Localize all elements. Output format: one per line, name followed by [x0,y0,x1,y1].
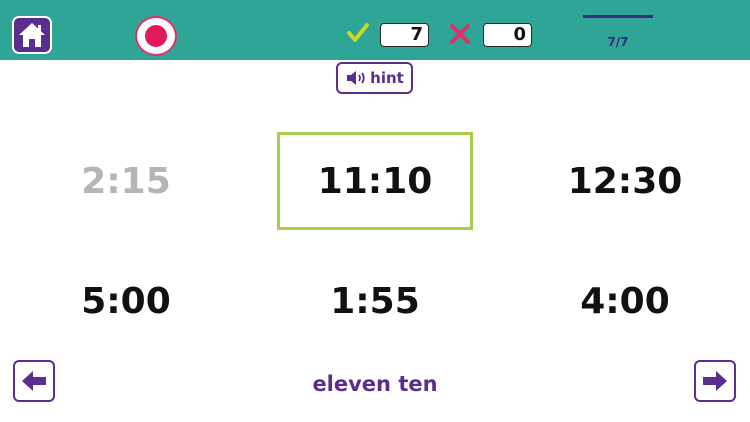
record-icon [145,25,167,47]
time-option-3[interactable]: 12:30 [527,132,723,230]
check-icon [347,23,369,42]
previous-button[interactable] [13,360,55,402]
time-option-5[interactable]: 1:55 [277,252,473,350]
hint-label: hint [370,69,404,87]
top-bar: 7 0 7/7 [0,0,750,60]
correct-count: 7 [380,23,429,47]
arrow-right-icon [703,371,727,391]
speaker-icon [347,71,365,85]
time-option-6[interactable]: 4:00 [527,252,723,350]
arrow-left-icon [22,371,46,391]
wrong-count: 0 [483,23,532,47]
home-icon [19,23,45,47]
time-option-2[interactable]: 11:10 [277,132,473,230]
progress-label: 7/7 [607,35,629,49]
record-button[interactable] [135,16,177,56]
time-option-1[interactable]: 2:15 [28,132,224,230]
next-button[interactable] [694,360,736,402]
progress-bar [583,15,653,18]
time-option-4[interactable]: 5:00 [28,252,224,350]
progress-bar-fill [583,15,653,18]
hint-button[interactable]: hint [336,62,413,94]
cross-icon [450,24,470,44]
time-prompt: eleven ten [312,372,438,396]
home-button[interactable] [12,16,52,54]
